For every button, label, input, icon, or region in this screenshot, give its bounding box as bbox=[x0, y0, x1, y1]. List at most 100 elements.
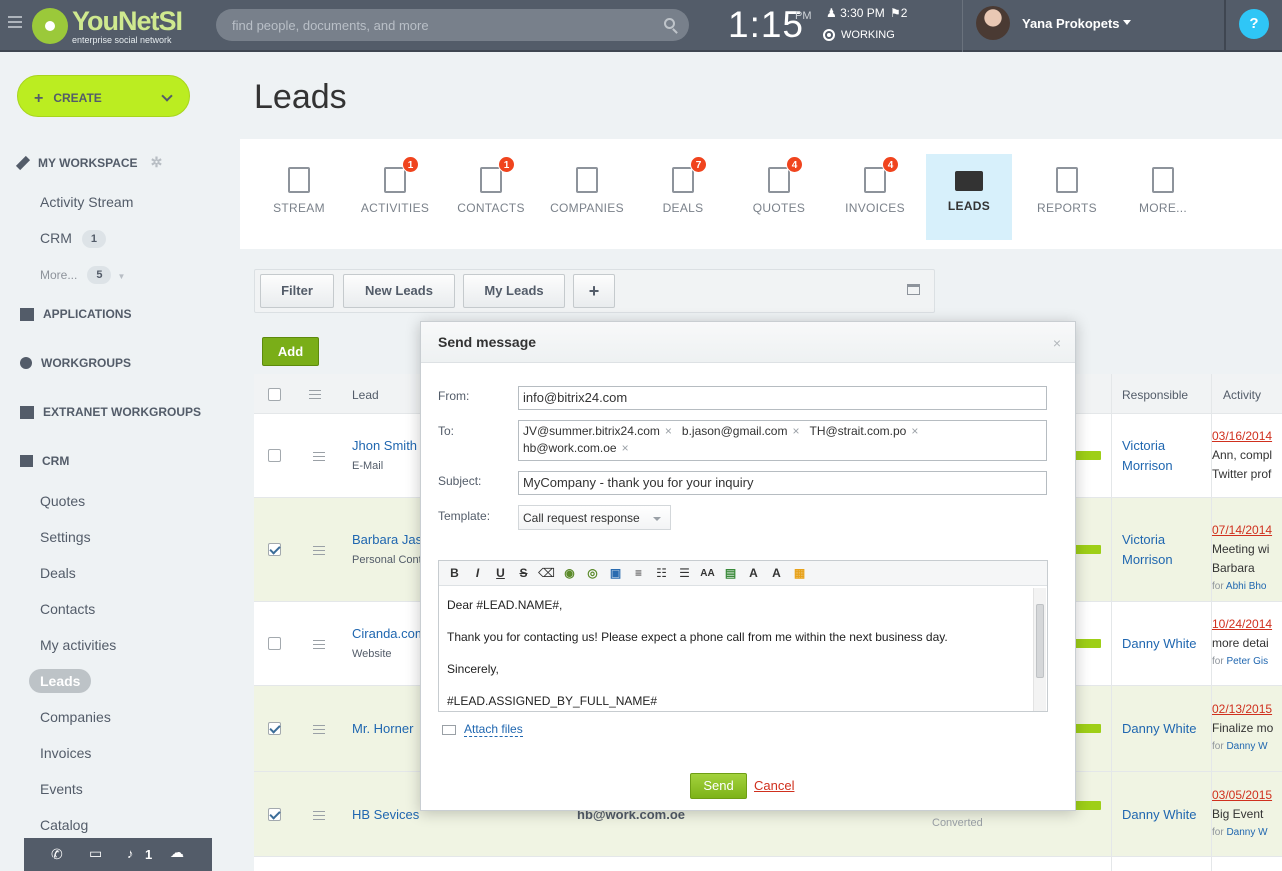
sidebar-item-more[interactable]: More... 5 ▼ bbox=[40, 266, 125, 284]
video-icon[interactable]: ▤ bbox=[722, 566, 739, 581]
to-field[interactable]: JV@summer.bitrix24.com × b.jason@gmail.com… bbox=[518, 420, 1047, 461]
italic-icon[interactable]: I bbox=[469, 566, 486, 581]
sidebar-item-settings[interactable]: Settings bbox=[40, 529, 91, 545]
recipient-token[interactable]: b.jason@gmail.com × bbox=[682, 423, 800, 440]
sidebar-item-crm[interactable]: CRM 1 bbox=[40, 230, 107, 248]
sidebar-item-quotes[interactable]: Quotes bbox=[40, 493, 85, 509]
alarm-time[interactable]: ♟ 3:30 PM bbox=[826, 6, 885, 20]
lead-name-link[interactable]: Ciranda.com bbox=[352, 626, 426, 641]
select-all-checkbox[interactable] bbox=[268, 388, 281, 401]
new-leads-button[interactable]: New Leads bbox=[343, 274, 455, 308]
row-menu-icon[interactable] bbox=[313, 640, 325, 649]
create-button[interactable]: + CREATE bbox=[17, 75, 190, 117]
activity-owner-link[interactable]: Danny W bbox=[1226, 741, 1267, 752]
sidebar-item-deals[interactable]: Deals bbox=[40, 565, 76, 581]
tab-activities[interactable]: ACTIVITIES 1 bbox=[352, 154, 438, 240]
bullet-list-icon[interactable]: ☰ bbox=[676, 566, 693, 581]
row-checkbox[interactable] bbox=[268, 808, 281, 821]
font-size-icon[interactable]: A bbox=[745, 566, 762, 581]
clock[interactable]: 1:15 bbox=[728, 4, 804, 46]
font-icon[interactable]: AA bbox=[699, 566, 716, 581]
avatar[interactable] bbox=[976, 6, 1010, 40]
activity-date[interactable]: 10/24/2014 bbox=[1212, 616, 1282, 632]
sidebar-section-my-workspace[interactable]: MY WORKSPACE ✲ bbox=[15, 154, 163, 171]
responsible-link[interactable]: Danny White bbox=[1122, 719, 1196, 739]
cloud-icon[interactable]: ☁ bbox=[170, 844, 184, 861]
remove-icon[interactable]: × bbox=[622, 441, 629, 455]
bell-icon[interactable]: ♪ bbox=[127, 846, 134, 861]
activity-date[interactable]: 03/05/2015 bbox=[1212, 787, 1282, 803]
activity-owner-link[interactable]: Peter Gis bbox=[1226, 656, 1268, 667]
ordered-list-icon[interactable]: ☷ bbox=[653, 566, 670, 581]
tab-invoices[interactable]: INVOICES 4 bbox=[832, 154, 918, 240]
row-menu-icon[interactable] bbox=[309, 390, 321, 399]
gear-icon[interactable]: ✲ bbox=[151, 154, 163, 171]
row-menu-icon[interactable] bbox=[313, 546, 325, 555]
row-menu-icon[interactable] bbox=[313, 725, 325, 734]
row-checkbox[interactable] bbox=[268, 543, 281, 556]
sidebar-section-extranet[interactable]: EXTRANET WORKGROUPS bbox=[20, 405, 201, 419]
logo[interactable]: YouNetSI enterprise social network bbox=[32, 6, 183, 46]
sidebar-item-my-activities[interactable]: My activities bbox=[40, 637, 116, 653]
row-checkbox[interactable] bbox=[268, 722, 281, 735]
sidebar-item-leads[interactable]: Leads bbox=[29, 669, 92, 693]
image-icon[interactable]: ▣ bbox=[607, 566, 624, 581]
search-input[interactable]: find people, documents, and more bbox=[216, 9, 689, 41]
sidebar-item-catalog[interactable]: Catalog bbox=[40, 817, 88, 833]
responsible-link[interactable]: Danny White bbox=[1122, 634, 1196, 654]
activity-date[interactable]: 02/13/2015 bbox=[1212, 701, 1282, 717]
message-body[interactable]: Dear #LEAD.NAME#, Thank you for contacti… bbox=[439, 587, 1033, 711]
sidebar-section-crm[interactable]: CRM bbox=[20, 454, 69, 468]
collapse-icon[interactable] bbox=[907, 284, 920, 295]
chat-icon[interactable]: ▭ bbox=[89, 845, 102, 862]
add-button[interactable]: Add bbox=[262, 337, 319, 366]
strikethrough-icon[interactable]: S bbox=[515, 566, 532, 581]
column-header-activity[interactable]: Activity bbox=[1223, 388, 1261, 402]
sidebar-item-activity-stream[interactable]: Activity Stream bbox=[40, 194, 133, 210]
add-filter-button[interactable]: + bbox=[573, 274, 615, 308]
column-header-responsible[interactable]: Responsible bbox=[1122, 388, 1188, 402]
user-name[interactable]: Yana Prokopets bbox=[1022, 16, 1120, 31]
activity-owner-link[interactable]: Abhi Bho bbox=[1226, 581, 1267, 592]
tab-deals[interactable]: DEALS 7 bbox=[640, 154, 726, 240]
lead-name-link[interactable]: Jhon Smith bbox=[352, 438, 417, 453]
sidebar-item-companies[interactable]: Companies bbox=[40, 709, 111, 725]
my-leads-button[interactable]: My Leads bbox=[463, 274, 565, 308]
menu-icon[interactable] bbox=[8, 16, 22, 28]
recipient-token[interactable]: TH@strait.com.po × bbox=[809, 423, 918, 440]
activity-date[interactable]: 03/16/2014 bbox=[1212, 428, 1282, 444]
tab-stream[interactable]: STREAM bbox=[256, 154, 342, 240]
underline-icon[interactable]: U bbox=[492, 566, 509, 581]
html-icon[interactable]: ▦ bbox=[791, 566, 808, 581]
remove-icon[interactable]: × bbox=[792, 424, 799, 438]
editor-scrollbar[interactable] bbox=[1033, 588, 1046, 711]
recipient-token[interactable]: hb@work.com.oe × bbox=[523, 440, 629, 457]
lead-name-link[interactable]: HB Sevices bbox=[352, 807, 419, 822]
font-color-icon[interactable]: A bbox=[768, 566, 785, 581]
responsible-link[interactable]: Danny White bbox=[1122, 805, 1196, 825]
tab-reports[interactable]: REPORTS bbox=[1024, 154, 1110, 240]
remove-icon[interactable]: × bbox=[665, 424, 672, 438]
responsible-link[interactable]: Victoria Morrison bbox=[1122, 436, 1202, 476]
column-header-lead[interactable]: Lead bbox=[352, 388, 379, 402]
sidebar-section-workgroups[interactable]: WORKGROUPS bbox=[20, 356, 131, 370]
send-button[interactable]: Send bbox=[690, 773, 747, 799]
close-icon[interactable]: × bbox=[1053, 335, 1061, 351]
row-checkbox[interactable] bbox=[268, 449, 281, 462]
recipient-token[interactable]: JV@summer.bitrix24.com × bbox=[523, 423, 672, 440]
responsible-link[interactable]: Victoria Morrison bbox=[1122, 530, 1202, 570]
lead-name-link[interactable]: Barbara Jas bbox=[352, 532, 422, 547]
sidebar-section-applications[interactable]: APPLICATIONS bbox=[20, 307, 131, 321]
from-field[interactable]: info@bitrix24.com bbox=[518, 386, 1047, 410]
attach-files[interactable]: Attach files bbox=[442, 722, 523, 737]
link-icon[interactable]: ◉ bbox=[561, 566, 578, 581]
sidebar-item-contacts[interactable]: Contacts bbox=[40, 601, 95, 617]
row-menu-icon[interactable] bbox=[313, 811, 325, 820]
chevron-down-icon[interactable] bbox=[1123, 20, 1131, 25]
sidebar-item-invoices[interactable]: Invoices bbox=[40, 745, 91, 761]
eraser-icon[interactable]: ⌫ bbox=[538, 566, 555, 581]
flag-counter[interactable]: ⚑2 bbox=[890, 6, 907, 20]
phone-icon[interactable]: ✆ bbox=[51, 846, 63, 863]
row-menu-icon[interactable] bbox=[313, 452, 325, 461]
scrollbar-thumb[interactable] bbox=[1036, 604, 1044, 678]
